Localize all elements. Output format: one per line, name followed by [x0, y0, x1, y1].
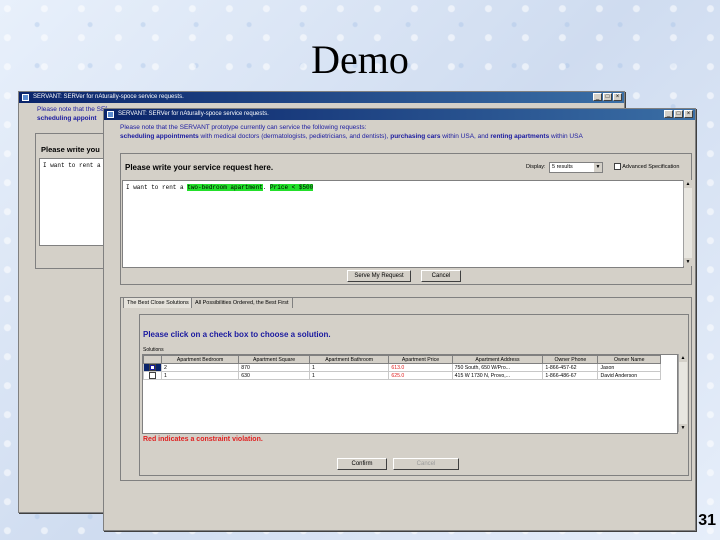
- cancel2-button[interactable]: Cancel: [393, 458, 459, 470]
- display-select[interactable]: 5 results ▼: [549, 162, 603, 173]
- instruction: Please click on a check box to choose a …: [143, 330, 331, 339]
- highlight-price: Price < $500: [270, 184, 314, 191]
- column-header[interactable]: Owner Phone: [542, 355, 599, 364]
- back-notice: Please note that the SERVANT prototype c…: [37, 105, 107, 123]
- front-notice-line2: scheduling appointments with medical doc…: [120, 133, 583, 140]
- back-request-panel: Please write you I want to rent a: [35, 133, 109, 269]
- scroll-down-icon[interactable]: ▼: [684, 258, 692, 266]
- table-cell: 750 South, 650 W/Pro...: [451, 363, 544, 372]
- back-notice-line2: scheduling appoint: [37, 115, 97, 122]
- highlight-apartment: two-bedroom apartment: [187, 184, 263, 191]
- table-cell: 630: [238, 371, 310, 380]
- row-select-checkbox[interactable]: [142, 371, 163, 380]
- close-icon[interactable]: ×: [684, 110, 693, 118]
- display-label: Display:: [526, 164, 546, 170]
- violation-note: Red indicates a constraint violation.: [143, 436, 263, 443]
- back-prompt: Please write you: [41, 145, 100, 154]
- table-row[interactable]: 1 630 1 625.0 415 W 1730 N, Provo,... 1-866-4…: [142, 371, 661, 380]
- front-notice-line1: Please note that the SERVANT prototype c…: [120, 124, 367, 131]
- front-window-title: SERVANT: SERVer for nAturalIy-spoce serv…: [118, 111, 269, 117]
- scroll-down-icon[interactable]: ▼: [679, 424, 687, 432]
- table-cell: 415 W 1730 N, Provo,...: [451, 371, 544, 380]
- request-panel: Please write your service request here. …: [120, 153, 692, 285]
- minimize-icon[interactable]: _: [593, 93, 602, 101]
- table-cell: 1: [308, 363, 390, 372]
- app-icon: [22, 94, 29, 101]
- column-header[interactable]: Owner Name: [597, 355, 661, 364]
- tab-best-solutions[interactable]: The Best Close Solutions: [123, 297, 193, 308]
- table-cell: 1-866-457-62: [542, 363, 599, 372]
- advanced-label: Advanced Specification: [622, 163, 680, 170]
- table-cell: 1: [308, 371, 390, 380]
- table-cell: 1-866-486-67: [542, 371, 599, 380]
- results-inner: Please click on a check box to choose a …: [139, 314, 689, 476]
- table-cell: 1: [161, 371, 240, 380]
- back-request-input[interactable]: I want to rent a: [39, 158, 109, 246]
- serve-request-button[interactable]: Serve My Request: [347, 270, 411, 282]
- cancel-button[interactable]: Cancel: [421, 270, 461, 282]
- table-cell: Jason: [597, 363, 661, 372]
- minimize-icon[interactable]: _: [664, 110, 673, 118]
- column-header[interactable]: Apartment Bedroom: [161, 355, 240, 364]
- results-panel: The Best Close Solutions All Possibiliti…: [120, 297, 692, 481]
- column-header[interactable]: Apartment Square: [238, 355, 310, 364]
- solutions-table-area: Apartment Bedroom Apartment Square Apartme…: [142, 354, 678, 434]
- maximize-icon[interactable]: □: [674, 110, 683, 118]
- solutions-label: Solutions: [143, 347, 164, 353]
- table-header: Apartment Bedroom Apartment Square Apartme…: [142, 355, 661, 364]
- maximize-icon[interactable]: □: [603, 93, 612, 101]
- back-window-title: SERVANT: SERVer for nAturalIy-spoce serv…: [33, 94, 184, 100]
- table-cell: 2: [161, 363, 240, 372]
- front-window: SERVANT: SERVer for nAturalIy-spoce serv…: [103, 108, 696, 531]
- checkbox-icon[interactable]: [149, 372, 156, 379]
- close-icon[interactable]: ×: [613, 93, 622, 101]
- slide-title: Demo: [311, 37, 409, 82]
- display-value: 5 results: [552, 164, 573, 170]
- table-cell: 870: [238, 363, 310, 372]
- column-header[interactable]: Apartment Address: [451, 355, 544, 364]
- front-window-controls: _ □ ×: [664, 110, 693, 118]
- table-cell: David Anderson: [597, 371, 661, 380]
- confirm-button[interactable]: Confirm: [337, 458, 387, 470]
- back-notice-line1: Please note that the SERVANT prototype c…: [37, 106, 107, 113]
- column-header[interactable]: Apartment Price: [388, 355, 453, 364]
- app-icon: [107, 111, 114, 118]
- table-scrollbar[interactable]: ▲ ▼: [678, 354, 687, 432]
- request-prompt: Please write your service request here.: [125, 163, 274, 172]
- tab-all-possibilities[interactable]: All Possibilities Ordered, the Best Firs…: [191, 297, 293, 308]
- solutions-table: Apartment Bedroom Apartment Square Apartme…: [142, 355, 661, 380]
- back-window-controls: _ □ ×: [593, 93, 622, 101]
- scroll-up-icon[interactable]: ▲: [679, 354, 687, 362]
- column-header[interactable]: Apartment Bathroom: [308, 355, 390, 364]
- checkbox-icon: [614, 163, 621, 170]
- table-cell: 613.0: [388, 363, 453, 372]
- back-window-titlebar[interactable]: SERVANT: SERVer for nAturalIy-spoce serv…: [19, 92, 624, 103]
- table-cell: 625.0: [388, 371, 453, 380]
- column-header[interactable]: [142, 355, 163, 364]
- request-scrollbar[interactable]: ▲ ▼: [683, 180, 692, 266]
- front-notice: Please note that the SERVANT prototype c…: [120, 123, 690, 141]
- table-row[interactable]: 2 870 1 613.0 750 South, 650 W/Pro... 1-866-4…: [142, 363, 661, 372]
- page-number: 31: [698, 512, 716, 529]
- back-request-text: I want to rent a: [43, 162, 101, 169]
- chevron-down-icon[interactable]: ▼: [594, 163, 602, 172]
- checkbox-icon[interactable]: [149, 364, 156, 371]
- advanced-checkbox[interactable]: Advanced Specification: [614, 163, 679, 170]
- row-select-checkbox[interactable]: [142, 363, 163, 372]
- front-window-titlebar[interactable]: SERVANT: SERVer for nAturalIy-spoce serv…: [104, 109, 695, 120]
- scroll-up-icon[interactable]: ▲: [684, 180, 692, 188]
- request-input[interactable]: I want to rent a two-bedroom apartment. …: [122, 180, 684, 268]
